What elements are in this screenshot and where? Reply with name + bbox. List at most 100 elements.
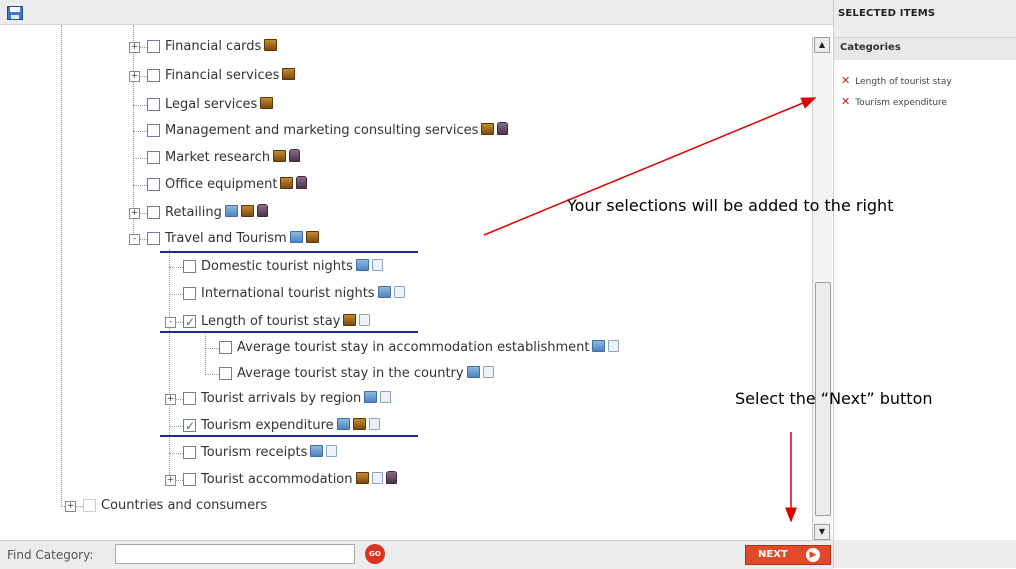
box-icon [481, 123, 495, 135]
tree-node-label: Office equipment [165, 177, 278, 192]
document-icon [368, 418, 380, 430]
expand-plus-icon[interactable]: + [165, 475, 176, 486]
box-icon [260, 97, 274, 109]
highlight-underline [160, 251, 418, 253]
tree-checkbox[interactable] [183, 260, 196, 273]
tree-checkbox[interactable] [147, 151, 160, 164]
bottom-toolbar: Find Category: GO NEXT ▶ [0, 540, 833, 569]
tree-scrollbar[interactable]: ▲ ▼ [812, 37, 832, 540]
tree-node[interactable]: - Travel and Tourism [129, 230, 319, 248]
selected-item: ✕ Length of tourist stay [841, 74, 952, 87]
tree-node-label: Tourist arrivals by region [201, 391, 362, 406]
box-icon [305, 231, 319, 243]
document-icon [359, 314, 371, 326]
expand-plus-icon[interactable]: + [65, 501, 76, 512]
find-category-label: Find Category: [7, 548, 94, 562]
scroll-thumb[interactable] [815, 282, 831, 516]
tree-node[interactable]: Domestic tourist nights [183, 258, 383, 276]
go-button[interactable]: GO [365, 544, 385, 564]
next-button-label: NEXT [758, 549, 788, 560]
expand-plus-icon[interactable]: + [129, 208, 140, 219]
tree-node[interactable]: Office equipment [147, 176, 308, 194]
tree-node[interactable]: Average tourist stay in accommodation es… [219, 339, 620, 357]
tree-checkbox[interactable] [147, 40, 160, 53]
tree-node-label: Financial cards [165, 39, 262, 54]
tree-node[interactable]: + Countries and consumers [65, 497, 267, 515]
box-icon [352, 418, 366, 430]
scroll-down-arrow-icon[interactable]: ▼ [814, 524, 830, 540]
tree-checkbox[interactable] [83, 499, 96, 512]
tree-checkbox[interactable] [183, 287, 196, 300]
remove-x-icon[interactable]: ✕ [841, 95, 850, 108]
tree-checkbox[interactable] [147, 98, 160, 111]
tree-checkbox[interactable] [147, 232, 160, 245]
tree-node-label: International tourist nights [201, 286, 375, 301]
briefcase-icon [256, 204, 268, 217]
tree-checkbox[interactable] [147, 124, 160, 137]
data-table-icon [289, 231, 303, 243]
tree-node[interactable]: + Tourist arrivals by region [165, 390, 392, 408]
selected-item: ✕ Tourism expenditure [841, 95, 947, 108]
tree-checkbox[interactable] [147, 178, 160, 191]
tree-checkbox[interactable] [183, 392, 196, 405]
data-table-icon [466, 366, 480, 378]
tree-checkbox[interactable] [183, 446, 196, 459]
selected-items-header: SELECTED ITEMS [838, 8, 936, 19]
tree-node[interactable]: Tourism expenditure [183, 417, 380, 435]
selected-items-list: ✕ Length of tourist stay ✕ Tourism expendi… [834, 60, 1016, 540]
expand-plus-icon[interactable]: + [129, 42, 140, 53]
tree-node[interactable]: + Tourist accommodation [165, 471, 397, 489]
tree-node-label: Domestic tourist nights [201, 259, 353, 274]
collapse-minus-icon[interactable]: - [129, 234, 140, 245]
tree-node-label: Average tourist stay in the country [237, 366, 464, 381]
play-arrow-icon: ▶ [806, 548, 820, 562]
tree-node[interactable]: + Retailing [129, 204, 268, 222]
tree-checkbox[interactable] [183, 313, 196, 331]
highlight-underline [160, 435, 418, 437]
expand-plus-icon[interactable]: + [165, 394, 176, 405]
next-button[interactable]: NEXT ▶ [745, 545, 831, 565]
data-table-icon [224, 205, 238, 217]
highlight-underline [160, 331, 418, 333]
tree-checkbox[interactable] [147, 206, 160, 219]
collapse-minus-icon[interactable]: - [165, 317, 176, 328]
find-category-input[interactable] [115, 544, 355, 564]
tree-node[interactable]: Average tourist stay in the country [219, 365, 494, 383]
data-table-icon [364, 391, 378, 403]
tree-node-label: Market research [165, 150, 271, 165]
tree-node[interactable]: Tourism receipts [183, 444, 338, 462]
tree-checkbox[interactable] [183, 417, 196, 435]
briefcase-icon [497, 122, 509, 135]
tree-node[interactable]: Management and marketing consulting serv… [147, 122, 509, 140]
expand-plus-icon[interactable]: + [129, 71, 140, 82]
box-icon [282, 68, 296, 80]
categories-bar: Categories [834, 37, 1016, 61]
categories-label: Categories [840, 42, 901, 53]
document-icon [608, 340, 620, 352]
tree-node[interactable]: + Financial cards [129, 38, 278, 56]
data-table-icon [592, 340, 606, 352]
tree-node[interactable]: International tourist nights [183, 285, 405, 303]
tree-node[interactable]: - Length of tourist stay [165, 313, 371, 331]
tree-node-label: Financial services [165, 68, 280, 83]
remove-x-icon[interactable]: ✕ [841, 74, 850, 87]
tree-node[interactable]: + Financial services [129, 67, 296, 85]
selected-item-label: Tourism expenditure [855, 98, 948, 108]
tree-node[interactable]: Legal services [147, 96, 274, 114]
tree-node[interactable]: Market research [147, 149, 301, 167]
tree-checkbox[interactable] [219, 341, 232, 354]
box-icon [355, 472, 369, 484]
tree-checkbox[interactable] [183, 473, 196, 486]
data-table-icon [310, 445, 324, 457]
save-disk-icon[interactable] [7, 5, 23, 20]
tree-checkbox[interactable] [219, 367, 232, 380]
scroll-up-arrow-icon[interactable]: ▲ [814, 37, 830, 53]
data-table-icon [377, 286, 391, 298]
tree-node-label: Retailing [165, 205, 222, 220]
tree-node-label: Average tourist stay in accommodation es… [237, 340, 590, 355]
tree-node-label: Length of tourist stay [201, 314, 341, 329]
selected-items-panel: SELECTED ITEMS Categories ✕ Length of tou… [833, 0, 1016, 568]
box-icon [240, 205, 254, 217]
tree-checkbox[interactable] [147, 69, 160, 82]
tree-node-label: Management and marketing consulting serv… [165, 123, 479, 138]
